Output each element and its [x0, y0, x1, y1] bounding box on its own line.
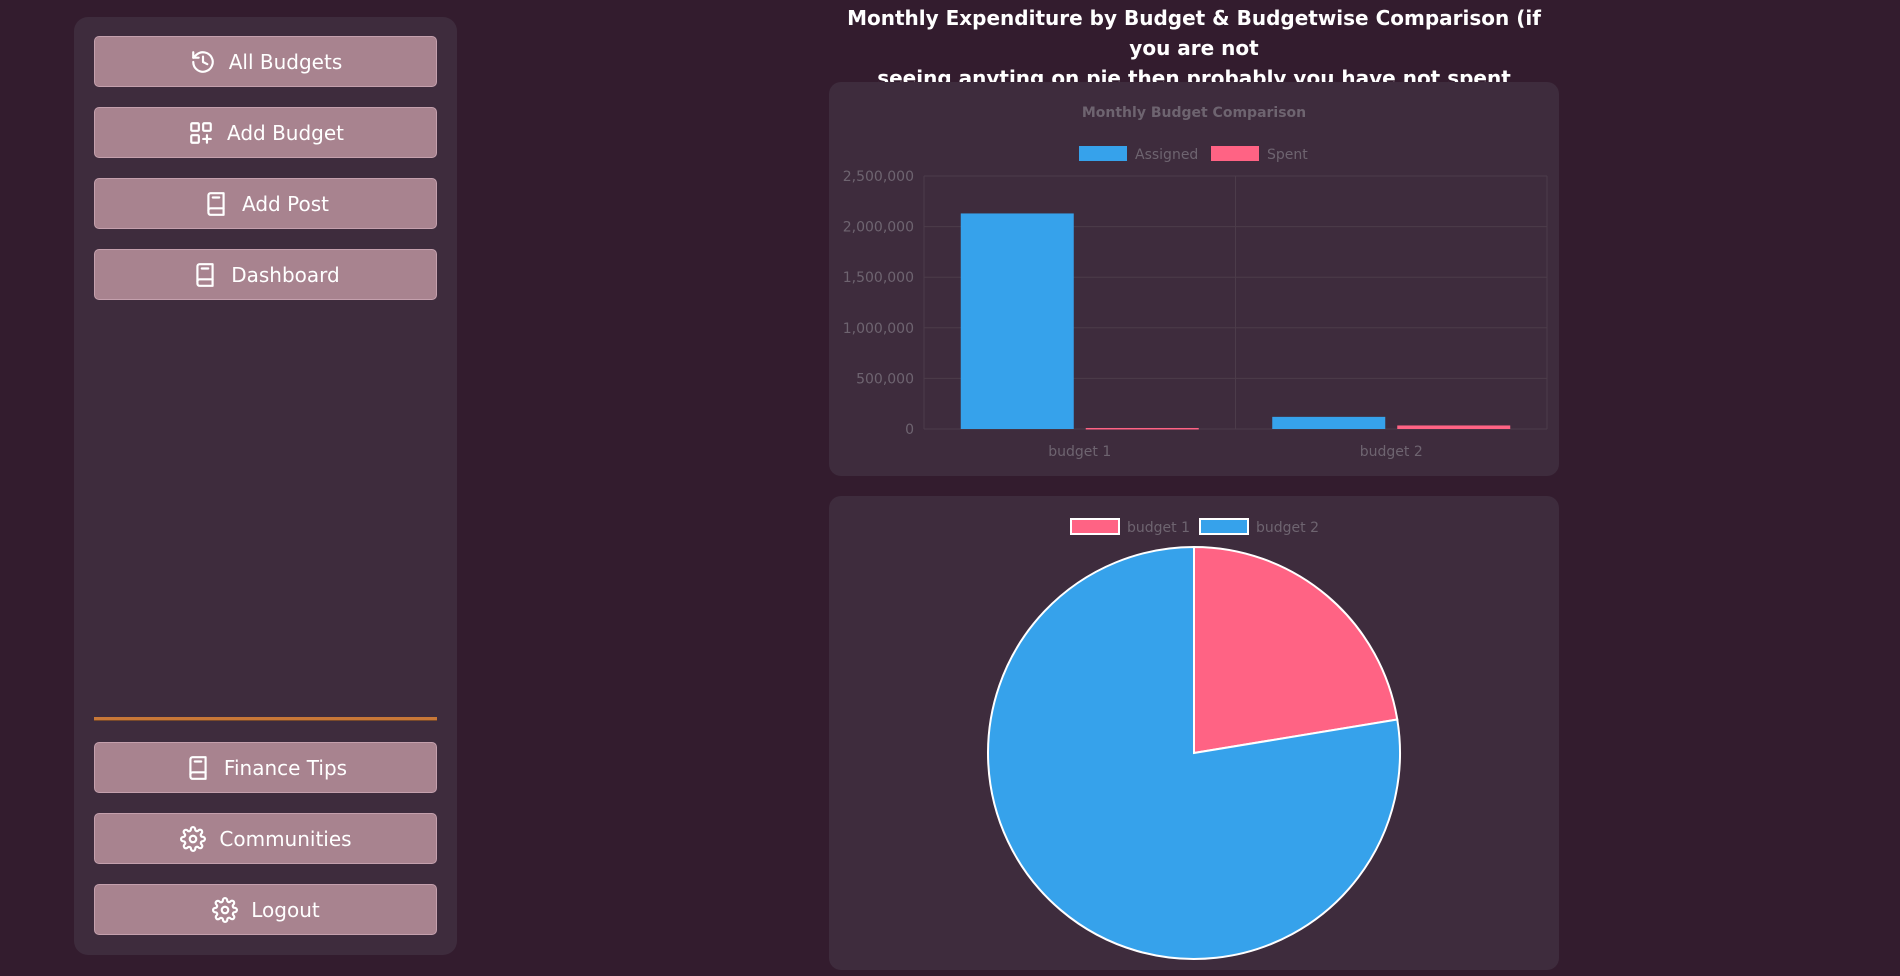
legend-label-spent: Spent [1267, 147, 1308, 163]
y-tick-label: 500,000 [856, 371, 914, 387]
bar-spent-budget-2 [1397, 425, 1511, 429]
page-heading-line-1: Monthly Expenditure by Budget & Budgetwi… [847, 6, 1541, 60]
finance-tips-label: Finance Tips [223, 755, 348, 780]
dashboard-label: Dashboard [231, 262, 340, 287]
add-grid-icon [187, 119, 215, 147]
logout-label: Logout [251, 897, 320, 922]
add-post-button[interactable]: Add Post [94, 178, 437, 229]
y-tick-label: 2,000,000 [843, 220, 914, 236]
bar-assigned-budget-2 [1272, 416, 1386, 429]
all-budgets-label: All Budgets [228, 49, 343, 74]
book-icon [202, 190, 230, 218]
history-icon [189, 48, 217, 76]
all-budgets-button[interactable]: All Budgets [94, 36, 437, 87]
pie-chart-card: budget 1 budget 2 [829, 496, 1559, 970]
book-icon [184, 754, 212, 782]
legend-label-budget-1: budget 1 [1127, 520, 1190, 536]
dashboard-button[interactable]: Dashboard [94, 249, 437, 300]
logout-button[interactable]: Logout [94, 884, 437, 935]
add-budget-button[interactable]: Add Budget [94, 107, 437, 158]
bar-spent-budget-1 [1085, 427, 1199, 430]
sidebar-divider [94, 717, 437, 721]
legend-label-budget-2: budget 2 [1256, 520, 1319, 536]
finance-tips-button[interactable]: Finance Tips [94, 742, 437, 793]
bar-chart-card: Monthly Budget Comparison Assigned Spent 0 5… [829, 82, 1559, 476]
legend-swatch-budget-2 [1199, 518, 1249, 535]
add-post-label: Add Post [242, 191, 329, 216]
y-tick-label: 2,500,000 [843, 169, 914, 185]
chart-title: Monthly Budget Comparison [1082, 105, 1306, 121]
legend-swatch-assigned [1079, 146, 1127, 161]
pie-chart: budget 1 budget 2 [987, 518, 1401, 960]
communities-label: Communities [219, 826, 352, 851]
legend-label-assigned: Assigned [1135, 147, 1198, 163]
y-tick-label: 1,000,000 [843, 321, 914, 337]
communities-button[interactable]: Communities [94, 813, 437, 864]
add-budget-label: Add Budget [226, 120, 344, 145]
legend-swatch-budget-1 [1070, 518, 1120, 535]
y-tick-label: 1,500,000 [843, 270, 914, 286]
pie-slice-budget-1 [1193, 545, 1399, 755]
gear-icon [179, 825, 207, 853]
bar-assigned-budget-1 [960, 213, 1074, 429]
legend-swatch-spent [1211, 146, 1259, 161]
book-icon [191, 261, 219, 289]
sidebar: All Budgets Add Budget Add Post Dashboar… [74, 17, 457, 955]
x-tick-label: budget 2 [1360, 444, 1423, 460]
gear-icon [211, 896, 239, 924]
x-tick-label: budget 1 [1048, 444, 1111, 460]
y-tick-label: 0 [905, 422, 914, 438]
bar-chart: Monthly Budget Comparison Assigned Spent 0 5… [843, 105, 1548, 460]
